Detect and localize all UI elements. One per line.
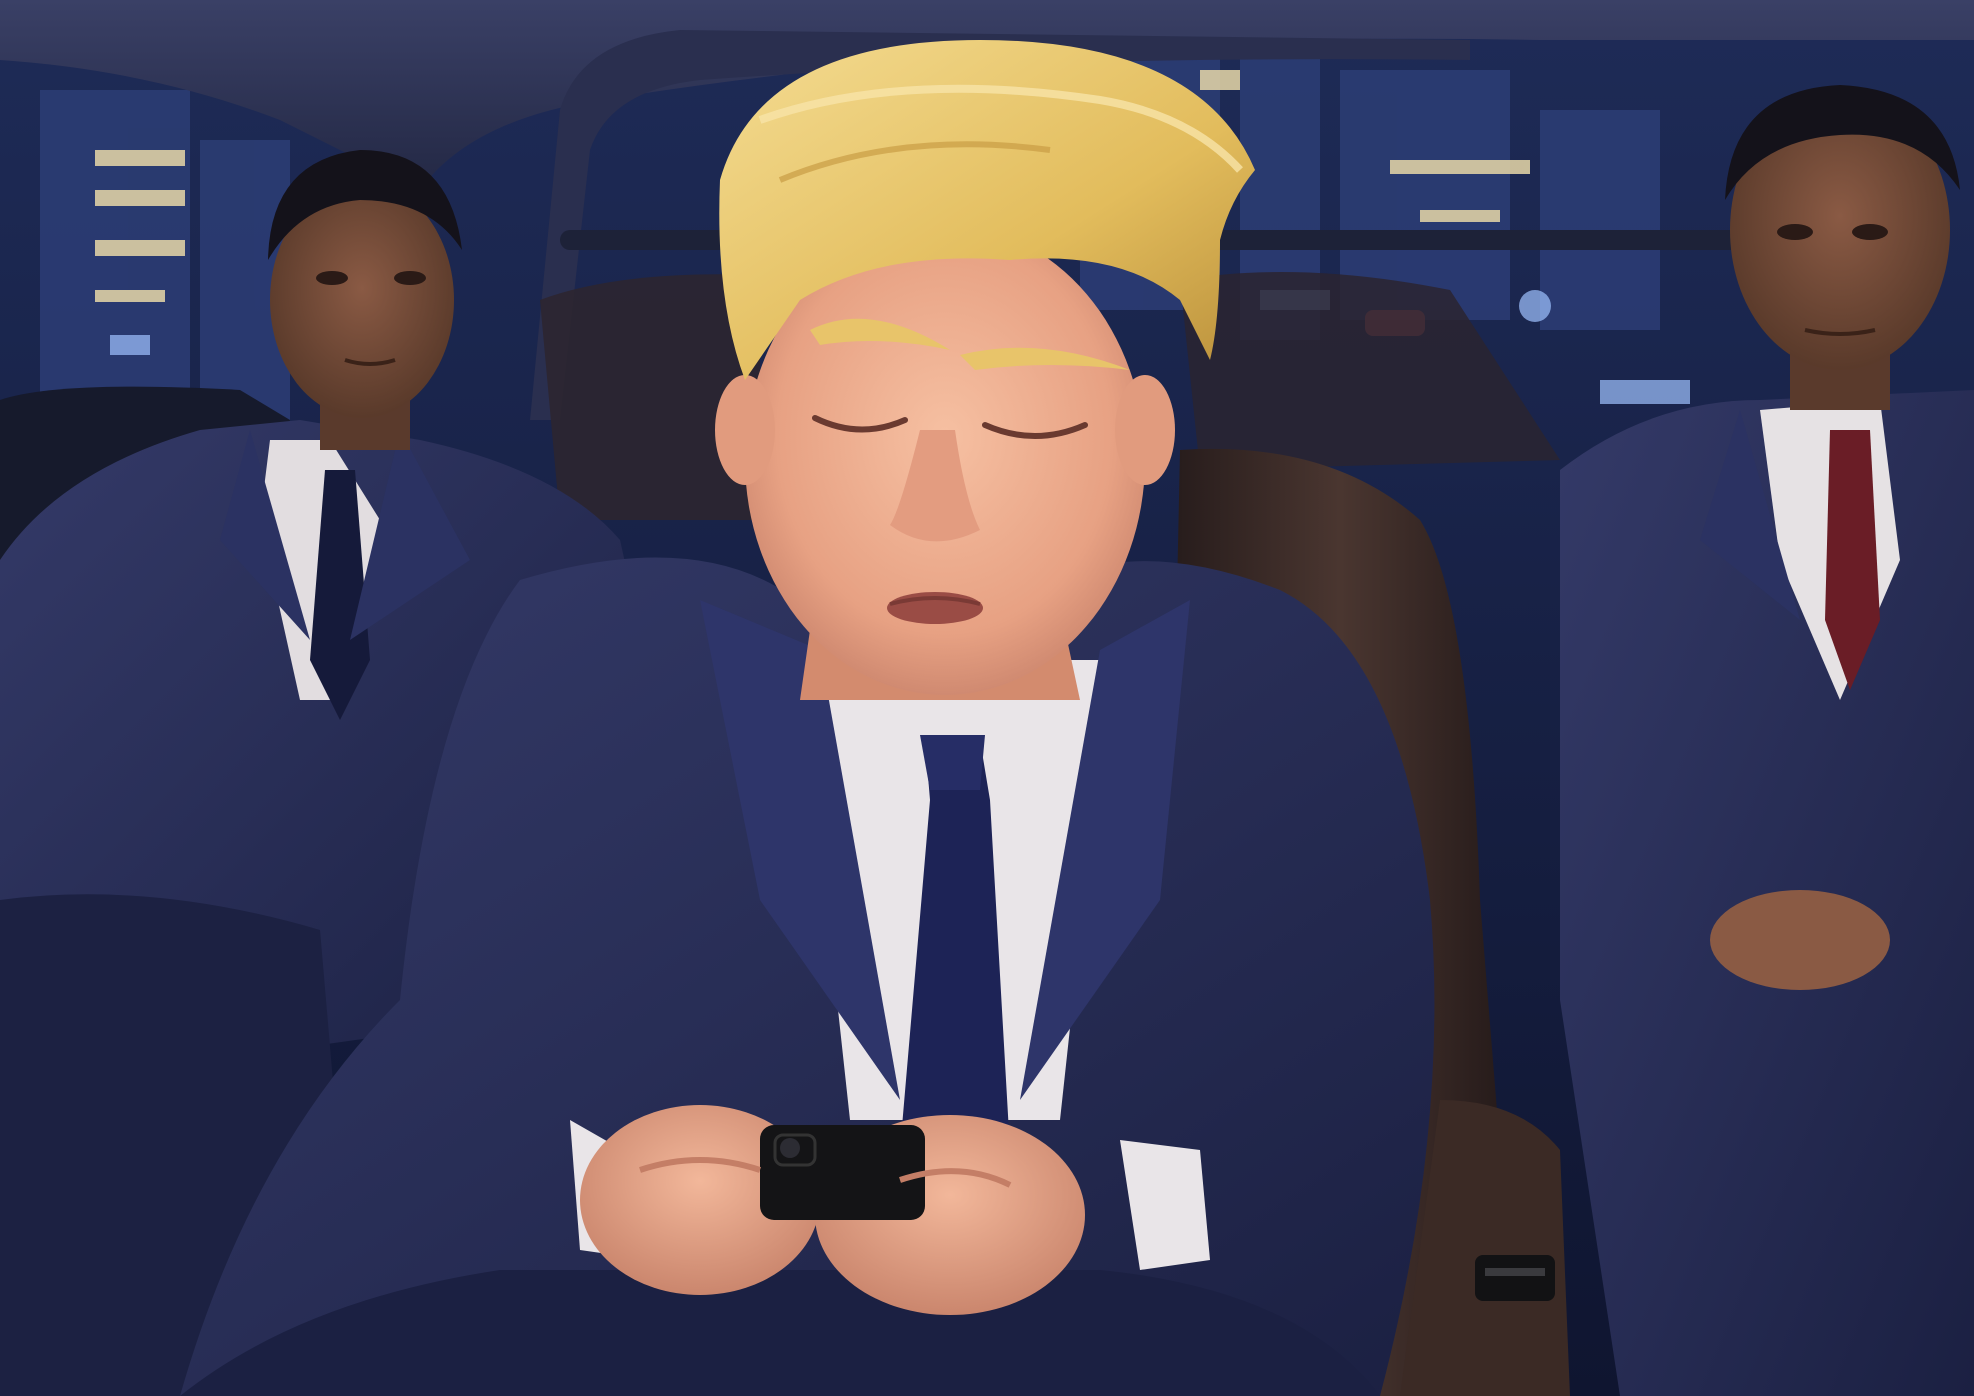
smartphone (760, 1125, 925, 1220)
illustration (0, 0, 1974, 1396)
scene (0, 0, 1974, 1396)
